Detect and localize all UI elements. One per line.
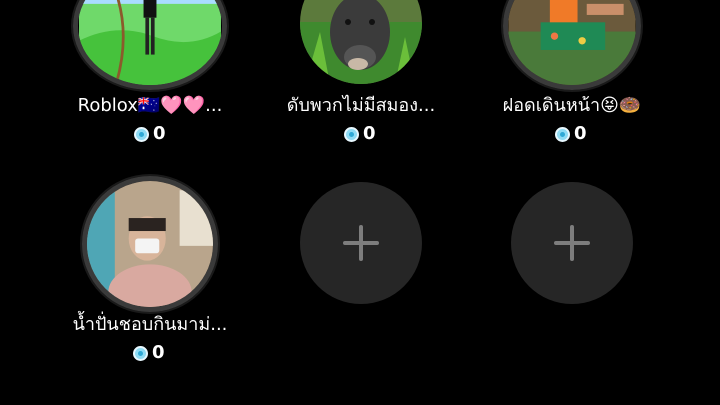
- selfie-avatar-image: [87, 181, 213, 307]
- coin-balance-4: 0: [133, 343, 165, 363]
- add-slot-button-1[interactable]: [300, 182, 422, 304]
- roblox-avatar-image: [79, 0, 221, 85]
- avatar-buffalo[interactable]: [300, 0, 422, 84]
- plus-icon: [343, 225, 379, 261]
- coin-count-4: 0: [152, 342, 165, 363]
- user-name-1: Roblox🇦🇺🩷🩷...: [77, 95, 223, 116]
- coin-icon: [134, 126, 149, 142]
- coin-count-1: 0: [153, 123, 166, 144]
- coin-balance-1: 0: [134, 124, 166, 144]
- avatar-roblox[interactable]: [73, 0, 227, 90]
- coin-count-3: 0: [574, 123, 587, 144]
- coin-balance-2: 0: [344, 124, 376, 144]
- user-name-3: ฝอดเดินหน้า😝🍩: [502, 95, 642, 116]
- coin-count-2: 0: [363, 123, 376, 144]
- user-name-4: น้ำปั่นชอบกินมาม่...: [72, 314, 228, 335]
- user-name-2: ดับพวกไม่มีสมอง...: [286, 95, 436, 116]
- coin-icon: [555, 126, 570, 142]
- coin-icon: [344, 126, 359, 142]
- add-slot-button-2[interactable]: [511, 182, 633, 304]
- buffalo-avatar-image: [300, 0, 422, 84]
- avatar-woman[interactable]: [503, 0, 641, 90]
- plus-icon: [554, 225, 590, 261]
- woman-avatar-image: [508, 0, 636, 85]
- coin-icon: [133, 345, 148, 361]
- avatar-selfie[interactable]: [82, 176, 218, 312]
- coin-balance-3: 0: [555, 124, 587, 144]
